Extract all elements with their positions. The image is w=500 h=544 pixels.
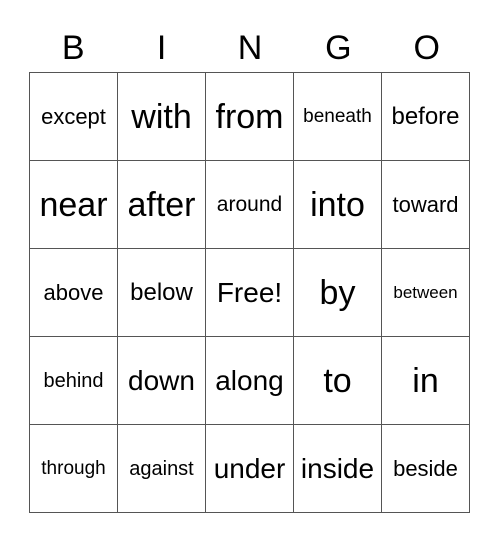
bingo-cell: under xyxy=(205,424,294,513)
bingo-cell: between xyxy=(381,248,470,337)
bingo-cell: into xyxy=(293,160,382,249)
bingo-cell: above xyxy=(29,248,118,337)
bingo-cell: against xyxy=(117,424,206,513)
bingo-cell: along xyxy=(205,336,294,425)
bingo-cell: beneath xyxy=(293,72,382,161)
header-letter: N xyxy=(237,29,263,67)
bingo-cell: after xyxy=(117,160,206,249)
bingo-cell: through xyxy=(29,424,118,513)
bingo-row: above below Free! by between xyxy=(29,248,470,337)
bingo-cell: below xyxy=(117,248,206,337)
bingo-cell: with xyxy=(117,72,206,161)
bingo-header: BINGO xyxy=(29,26,471,70)
bingo-cell: down xyxy=(117,336,206,425)
bingo-cell: to xyxy=(293,336,382,425)
bingo-cell: near xyxy=(29,160,118,249)
bingo-row: through against under inside beside xyxy=(29,424,470,513)
header-letter: O xyxy=(413,29,440,67)
bingo-cell: toward xyxy=(381,160,470,249)
header-letter: I xyxy=(156,29,167,67)
bingo-cell: beside xyxy=(381,424,470,513)
header-letter: G xyxy=(325,29,352,67)
bingo-cell: except xyxy=(29,72,118,161)
bingo-cell: before xyxy=(381,72,470,161)
bingo-cell: behind xyxy=(29,336,118,425)
bingo-cell: from xyxy=(205,72,294,161)
bingo-cell: by xyxy=(293,248,382,337)
bingo-cell: around xyxy=(205,160,294,249)
bingo-cell: Free! xyxy=(205,248,294,337)
bingo-grid: except with from beneath before near after arou… xyxy=(29,72,470,513)
header-letter: B xyxy=(61,29,85,67)
bingo-row: behind down along to in xyxy=(29,336,470,425)
bingo-row: except with from beneath before xyxy=(29,72,470,161)
bingo-row: near after around into toward xyxy=(29,160,470,249)
bingo-cell: inside xyxy=(293,424,382,513)
bingo-cell: in xyxy=(381,336,470,425)
